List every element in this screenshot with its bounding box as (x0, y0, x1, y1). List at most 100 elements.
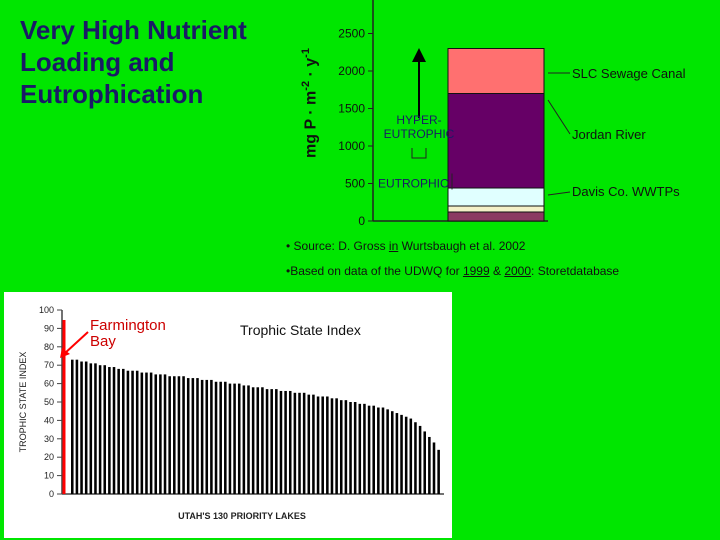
stack-segment-0 (447, 211, 545, 222)
tsi-bar-75 (418, 425, 422, 494)
tsi-bar-70 (395, 413, 399, 494)
stack-segment-3 (447, 93, 545, 189)
tsi-bar-7 (103, 365, 107, 494)
top-tick-label: 1000 (338, 139, 365, 153)
tsi-bar-65 (372, 405, 375, 494)
tsi-bar-16 (145, 372, 148, 494)
tsi-bar-6 (98, 365, 102, 494)
top-tick-label: 1500 (338, 102, 365, 116)
tsi-tick-label: 90 (44, 323, 54, 333)
tsi-tick-label: 10 (44, 471, 54, 481)
tsi-tick-label: 40 (44, 415, 54, 425)
tsi-bar-21 (168, 376, 171, 494)
tsi-bar-2 (80, 361, 83, 494)
tsi-bar-34 (228, 383, 232, 494)
tsi-bar-9 (112, 367, 116, 494)
eutrophic-label: EUTROPHIC (378, 177, 449, 191)
tsi-bar-77 (428, 436, 431, 494)
top-tick-label: 0 (358, 214, 365, 228)
tsi-bar-61 (353, 402, 357, 494)
tsi-bar-5 (94, 363, 97, 494)
tsi-bar-23 (177, 376, 181, 494)
tsi-bar-63 (363, 403, 366, 494)
tsi-bar-12 (126, 370, 130, 494)
stack-segment-4 (447, 48, 545, 94)
hypereutrophic-label: HYPER-EUTROPHIC (384, 113, 455, 141)
tsi-tick-label: 80 (44, 342, 54, 352)
legend-label-2: Davis Co. WWTPs (572, 184, 680, 199)
legend-label-0: SLC Sewage Canal (572, 66, 686, 81)
tsi-bar-69 (390, 411, 394, 494)
tsi-bar-25 (186, 378, 190, 494)
tsi-bar-47 (288, 390, 292, 494)
top-tick-label: 2000 (338, 64, 365, 78)
tsi-bar-64 (367, 405, 371, 494)
tsi-tick-label: 50 (44, 397, 54, 407)
tsi-bar-14 (135, 370, 139, 494)
top-stacked-bar (447, 48, 545, 222)
legend-leader-2 (547, 191, 571, 196)
tsi-bar-41 (261, 387, 264, 494)
increase-arrow-head (412, 48, 426, 62)
tsi-bar-57 (335, 398, 338, 494)
tsi-bar-19 (159, 374, 162, 494)
tsi-bar-24 (182, 376, 185, 494)
tsi-bar-1 (75, 359, 79, 494)
top-y-axis-label: mg P · m-2 · y-1 (300, 48, 320, 158)
tsi-bar-76 (423, 431, 427, 494)
tsi-bar-44 (275, 389, 278, 494)
tsi-bar-66 (377, 407, 380, 494)
stack-segment-1 (447, 205, 545, 213)
tsi-bar-28 (200, 379, 204, 494)
phosphorus-loading-chart: 0 500 1000 1500 2000 2500 3000 EUTROPHIC HYPER-… (338, 0, 686, 228)
tsi-y-axis-label: TROPHIC STATE INDEX (18, 352, 28, 453)
tsi-bar-31 (214, 381, 218, 494)
tsi-bar-53 (316, 396, 320, 494)
tsi-bar-72 (404, 416, 408, 494)
tsi-bar-68 (386, 409, 389, 494)
tsi-bar-3 (84, 361, 88, 494)
tsi-tick-label: 20 (44, 452, 54, 462)
tsi-x-axis-label: UTAH'S 130 PRIORITY LAKES (178, 511, 306, 521)
tsi-bar-17 (149, 372, 153, 494)
top-tick-label: 500 (345, 177, 365, 191)
tsi-bar-35 (233, 383, 236, 494)
trophic-state-index-chart: 0 10 20 30 40 50 60 70 80 90 100 TROPHIC STATE IND… (18, 305, 444, 521)
tsi-bar-32 (219, 381, 222, 494)
tsi-bar-37 (242, 385, 246, 494)
trophic-state-index-panel: 0 10 20 30 40 50 60 70 80 90 100 TROPHIC STATE IND… (4, 292, 452, 538)
tsi-bar-20 (163, 374, 167, 494)
tsi-bar-18 (154, 374, 158, 494)
tsi-bar-11 (122, 368, 125, 494)
tsi-bar-38 (247, 385, 250, 494)
tsi-bar-49 (298, 392, 301, 494)
tsi-bar-51 (307, 394, 311, 494)
tsi-tick-label: 100 (39, 305, 54, 315)
tsi-bar-56 (330, 398, 334, 494)
data-citation: •Based on data of the UDWQ for 1999 & 20… (286, 264, 620, 278)
top-tick-label: 2500 (338, 27, 365, 41)
tsi-bar-30 (210, 379, 213, 494)
tsi-bar-74 (414, 422, 417, 494)
tsi-bar-26 (191, 378, 195, 494)
tsi-bar-50 (302, 392, 306, 494)
top-tick-label: 3000 (338, 0, 365, 3)
tsi-bar-13 (131, 370, 134, 494)
hypereutrophic-bracket (411, 148, 427, 159)
tsi-bar-79 (437, 449, 440, 494)
tsi-bar-22 (173, 376, 176, 494)
stack-segment-2 (447, 187, 545, 207)
tsi-tick-label: 30 (44, 434, 54, 444)
tsi-bar-27 (196, 378, 199, 494)
tsi-tick-label: 60 (44, 379, 54, 389)
tsi-bar-36 (237, 383, 241, 494)
tsi-bar-52 (312, 394, 315, 494)
tsi-bar-10 (117, 368, 120, 494)
tsi-tick-label: 70 (44, 360, 54, 370)
tsi-bar-42 (265, 389, 269, 494)
tsi-bar-58 (339, 400, 343, 494)
tsi-bar-73 (409, 418, 413, 494)
tsi-bar-45 (279, 390, 283, 494)
tsi-bar-54 (321, 396, 324, 494)
tsi-bar-39 (251, 387, 255, 494)
